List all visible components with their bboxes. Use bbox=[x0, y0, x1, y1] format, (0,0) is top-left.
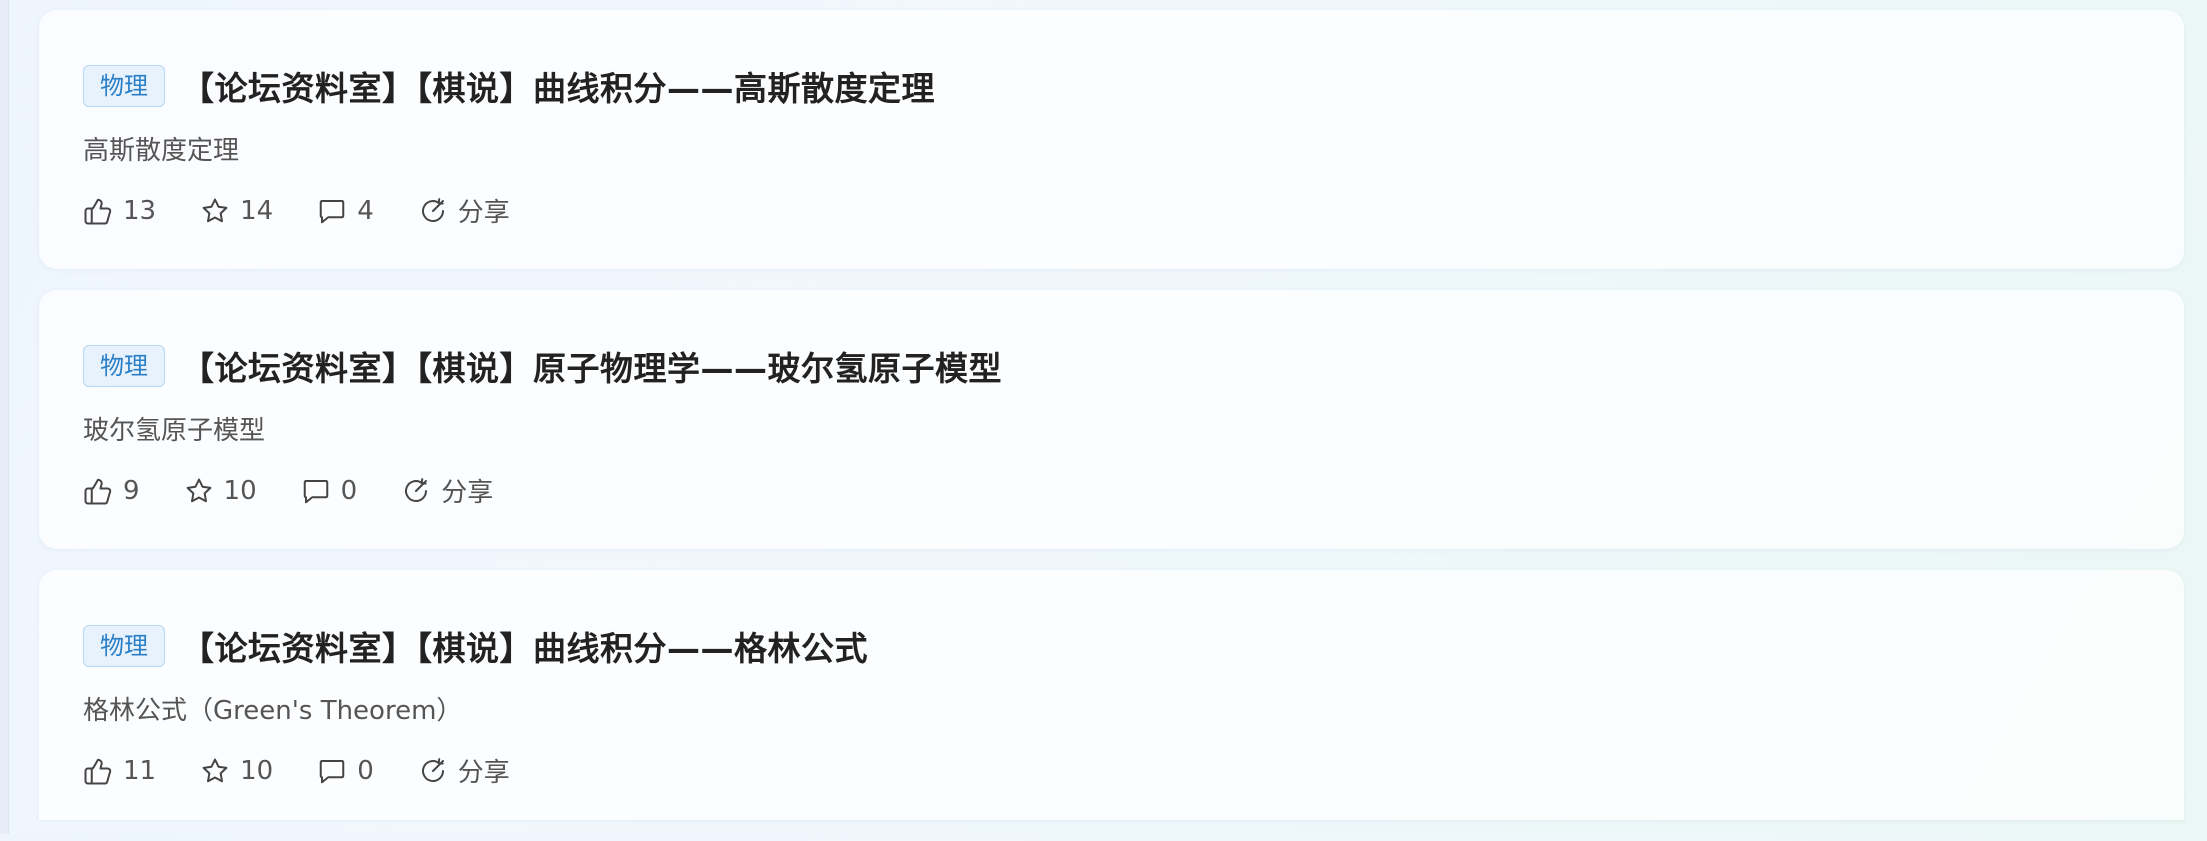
comment-icon bbox=[319, 759, 345, 783]
comment-button[interactable]: 0 bbox=[317, 756, 374, 786]
post-actions: 13 14 4 分享 bbox=[83, 192, 554, 229]
post-summary: 玻尔氢原子模型 bbox=[83, 416, 266, 446]
thumbs-up-icon bbox=[84, 198, 112, 224]
post-actions: 11 10 0 分享 bbox=[83, 752, 554, 789]
favorite-button[interactable]: 14 bbox=[200, 196, 273, 226]
category-tag[interactable]: 物理 bbox=[83, 65, 165, 107]
comment-icon bbox=[319, 199, 345, 223]
share-icon bbox=[405, 477, 428, 502]
category-tag[interactable]: 物理 bbox=[83, 345, 165, 387]
post-title-row: 物理 【论坛资料室】【棋说】原子物理学——玻尔氢原子模型 bbox=[83, 342, 1002, 390]
share-button[interactable]: 分享 bbox=[418, 192, 510, 229]
post-summary: 格林公式（Green's Theorem） bbox=[83, 696, 463, 726]
star-icon bbox=[202, 758, 228, 782]
thumbs-up-icon bbox=[84, 758, 112, 784]
comment-icon bbox=[303, 479, 328, 503]
thumbs-up-icon bbox=[84, 478, 112, 504]
favorite-button[interactable]: 10 bbox=[184, 476, 257, 506]
favorite-count: 10 bbox=[223, 475, 257, 506]
share-button[interactable]: 分享 bbox=[401, 472, 493, 509]
like-count: 13 bbox=[123, 195, 157, 226]
share-icon bbox=[421, 757, 444, 782]
post-title[interactable]: 【论坛资料室】【棋说】曲线积分——高斯散度定理 bbox=[181, 62, 935, 110]
post-list: 物理 【论坛资料室】【棋说】曲线积分——高斯散度定理 高斯散度定理 13 14 … bbox=[39, 10, 2184, 841]
share-button[interactable]: 分享 bbox=[418, 752, 510, 789]
post-actions: 9 10 0 分享 bbox=[83, 472, 537, 509]
comment-count: 0 bbox=[340, 475, 358, 506]
post-title[interactable]: 【论坛资料室】【棋说】曲线积分——格林公式 bbox=[181, 622, 868, 670]
like-button[interactable]: 13 bbox=[83, 196, 156, 226]
post-title-row: 物理 【论坛资料室】【棋说】曲线积分——格林公式 bbox=[83, 622, 868, 670]
star-icon bbox=[202, 198, 228, 222]
share-label: 分享 bbox=[457, 198, 510, 228]
share-label: 分享 bbox=[457, 758, 510, 788]
post-summary: 高斯散度定理 bbox=[83, 136, 240, 166]
share-icon bbox=[421, 197, 444, 222]
category-tag[interactable]: 物理 bbox=[83, 625, 165, 667]
post-card[interactable]: 物理 【论坛资料室】【棋说】曲线积分——格林公式 格林公式（Green's Th… bbox=[39, 570, 2184, 820]
post-card[interactable]: 物理 【论坛资料室】【棋说】曲线积分——高斯散度定理 高斯散度定理 13 14 … bbox=[39, 10, 2184, 269]
comment-button[interactable]: 4 bbox=[317, 196, 374, 226]
like-count: 9 bbox=[123, 475, 140, 506]
star-icon bbox=[186, 478, 211, 502]
share-label: 分享 bbox=[441, 478, 494, 508]
post-title-row: 物理 【论坛资料室】【棋说】曲线积分——高斯散度定理 bbox=[83, 62, 935, 110]
left-rail bbox=[0, 0, 9, 834]
like-count: 11 bbox=[123, 755, 157, 786]
post-card[interactable]: 物理 【论坛资料室】【棋说】原子物理学——玻尔氢原子模型 玻尔氢原子模型 9 1… bbox=[39, 290, 2184, 549]
favorite-count: 14 bbox=[240, 195, 274, 226]
favorite-count: 10 bbox=[240, 755, 274, 786]
like-button[interactable]: 11 bbox=[83, 756, 156, 786]
favorite-button[interactable]: 10 bbox=[200, 756, 273, 786]
like-button[interactable]: 9 bbox=[83, 476, 140, 506]
comment-button[interactable]: 0 bbox=[301, 475, 358, 506]
comment-count: 0 bbox=[357, 755, 374, 786]
comment-count: 4 bbox=[357, 195, 374, 226]
post-title[interactable]: 【论坛资料室】【棋说】原子物理学——玻尔氢原子模型 bbox=[181, 342, 1002, 390]
